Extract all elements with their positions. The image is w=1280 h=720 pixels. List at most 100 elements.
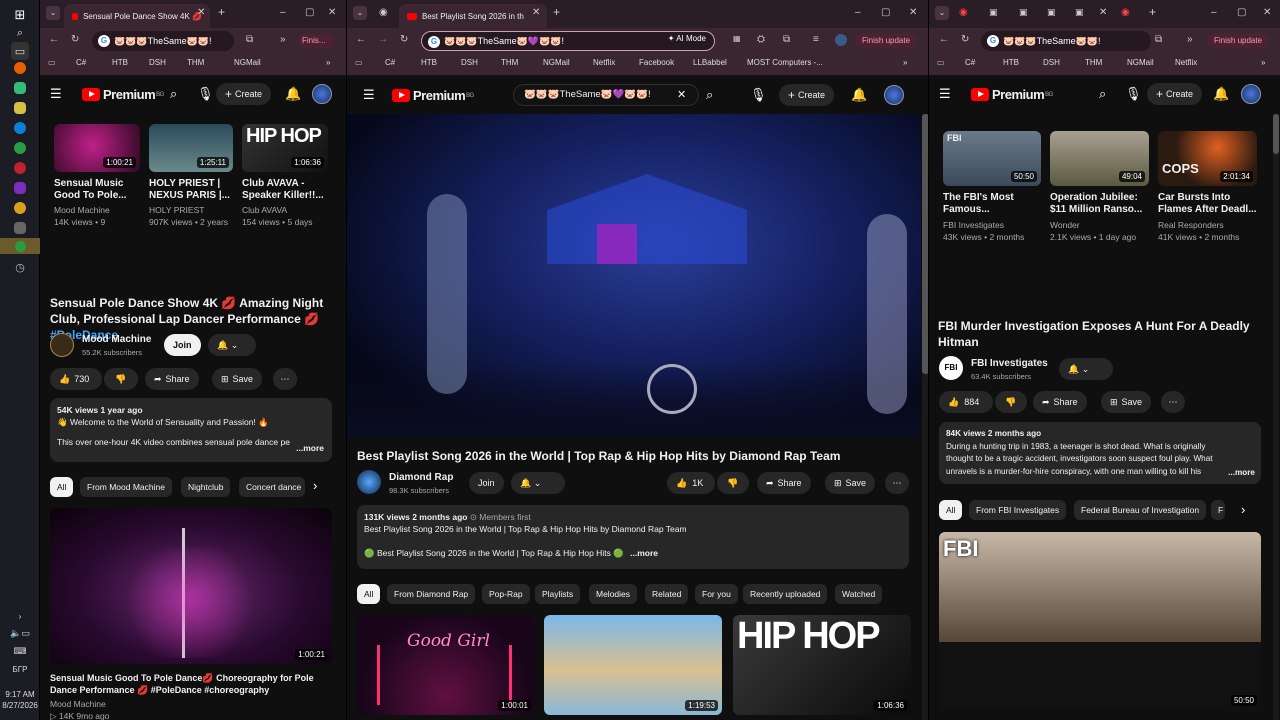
- youtube-logo[interactable]: Premium BG: [971, 87, 1053, 102]
- thumbnail-2[interactable]: COPS 2:01:34: [1158, 131, 1257, 186]
- chrome-canary-icon[interactable]: [14, 202, 26, 214]
- new-tab-icon[interactable]: +: [553, 5, 560, 19]
- video-title[interactable]: HOLY PRIEST | NEXUS PARIS |...: [149, 178, 235, 202]
- video-title[interactable]: Car Bursts Into Flames After Deadl...: [1158, 192, 1260, 216]
- create-button[interactable]: + Create: [1147, 83, 1203, 105]
- scrollbar[interactable]: [1273, 114, 1279, 720]
- thumbnail-2[interactable]: HIP HOP 1:06:36: [242, 124, 328, 172]
- bookmark-5[interactable]: Netflix: [1175, 58, 1197, 67]
- tab-close-icon[interactable]: ✕: [532, 7, 540, 18]
- extensions-icon[interactable]: ⧉: [1155, 34, 1162, 45]
- extensions-icon[interactable]: ⧉: [246, 34, 253, 45]
- close-window-icon[interactable]: ✕: [1263, 7, 1271, 18]
- chip[interactable]: Related: [645, 584, 689, 604]
- back-icon[interactable]: ←: [49, 34, 59, 45]
- chip[interactable]: Playlists: [535, 584, 581, 604]
- overflow-icon[interactable]: »: [280, 34, 286, 45]
- search-icon[interactable]: ⌕: [706, 87, 713, 103]
- reading-list-icon[interactable]: ≡: [813, 34, 819, 45]
- mic-icon[interactable]: 🎙: [197, 86, 214, 102]
- dislike-button[interactable]: 👎: [995, 391, 1027, 413]
- video-channel[interactable]: Club AVAVA: [242, 204, 287, 216]
- video-title[interactable]: Club AVAVA - Speaker Killer!!...: [242, 178, 328, 202]
- notifications-icon[interactable]: 🔔: [851, 87, 867, 103]
- back-icon[interactable]: ←: [356, 34, 366, 45]
- tab-search-icon[interactable]: ⌄: [935, 6, 949, 20]
- folder-icon[interactable]: [14, 102, 26, 114]
- video-channel[interactable]: Mood Machine: [54, 204, 110, 216]
- video-title[interactable]: Operation Jubilee: $11 Million Ranso...: [1050, 192, 1152, 216]
- save-button[interactable]: ⊞ Save: [825, 472, 876, 494]
- more-link[interactable]: ...more: [1228, 466, 1255, 479]
- ai-mode-button[interactable]: ✦ AI Mode: [668, 34, 706, 43]
- minimize-icon[interactable]: –: [1211, 7, 1217, 18]
- active-chrome-icon[interactable]: [0, 238, 40, 254]
- search-icon[interactable]: ⌕: [1099, 86, 1106, 102]
- reload-icon[interactable]: ↻: [400, 34, 408, 45]
- tab-favicon-icon[interactable]: ▣: [1019, 7, 1028, 18]
- menu-icon[interactable]: ☰: [939, 86, 951, 102]
- address-bar[interactable]: G 🐷🐷🐷TheSame🐷🐷!: [92, 31, 234, 51]
- more-actions-button[interactable]: ⋯: [1161, 391, 1185, 413]
- address-bar[interactable]: G 🐷🐷🐷TheSame🐷🐷!: [981, 31, 1151, 51]
- extensions-icon[interactable]: ⧉: [783, 34, 790, 45]
- video-channel[interactable]: Wonder: [1050, 219, 1080, 231]
- youtube-logo[interactable]: Premium BG: [392, 88, 474, 103]
- start-icon[interactable]: ⊞: [11, 6, 29, 24]
- bookmark-7[interactable]: LLBabbel: [693, 58, 727, 67]
- back-icon[interactable]: ←: [939, 34, 949, 45]
- avatar[interactable]: [312, 84, 332, 104]
- thumbnail-0[interactable]: 1:00:21: [54, 124, 140, 172]
- description-box[interactable]: 131K views 2 months ago ⊙ Members first …: [357, 505, 909, 569]
- finish-update-button[interactable]: Finish update: [1207, 33, 1270, 49]
- avatar[interactable]: [884, 85, 904, 105]
- like-button[interactable]: 👍 730: [50, 368, 102, 390]
- chrome-icon[interactable]: [14, 142, 26, 154]
- taskview-icon[interactable]: ▭: [11, 42, 29, 60]
- tab-favicon-icon[interactable]: ◉: [959, 7, 968, 18]
- chip[interactable]: Nightclub: [181, 477, 231, 497]
- bookmark-3[interactable]: THM: [187, 58, 204, 67]
- tab-favicon-icon[interactable]: ◉: [1121, 7, 1130, 18]
- tab-close-icon[interactable]: ✕: [197, 7, 205, 18]
- bookmark-1[interactable]: HTB: [112, 58, 128, 67]
- bookmark-0[interactable]: C#: [965, 58, 975, 67]
- chip[interactable]: Watched: [835, 584, 883, 604]
- edge-icon[interactable]: [14, 122, 26, 134]
- overflow-icon[interactable]: »: [1187, 34, 1193, 45]
- bookmarks-overflow-icon[interactable]: »: [1261, 58, 1265, 67]
- bookmark-folder-icon[interactable]: ▭: [48, 58, 56, 67]
- bookmarks-overflow-icon[interactable]: »: [326, 58, 330, 67]
- clock-time[interactable]: 9:17 AM: [0, 690, 40, 699]
- app2-icon[interactable]: [14, 222, 26, 234]
- maximize-icon[interactable]: ▢: [305, 7, 314, 18]
- join-button[interactable]: Join: [469, 472, 504, 494]
- youtube-logo[interactable]: Premium BG: [82, 87, 164, 102]
- description-box[interactable]: 54K views 1 year ago 👋 Welcome to the Wo…: [50, 398, 332, 462]
- join-button[interactable]: Join: [164, 334, 201, 356]
- bookmark-0[interactable]: C#: [385, 58, 395, 67]
- opera-icon[interactable]: [14, 162, 26, 174]
- channel-avatar[interactable]: [50, 333, 74, 357]
- tab-close-icon[interactable]: ✕: [1099, 7, 1107, 18]
- thumbnail-1[interactable]: 1:25:11: [149, 124, 233, 172]
- maximize-icon[interactable]: ▢: [881, 7, 890, 18]
- channel-avatar[interactable]: [357, 470, 381, 494]
- scrollbar-thumb[interactable]: [1273, 114, 1279, 154]
- chip[interactable]: F: [1211, 500, 1225, 520]
- chip[interactable]: Federal Bureau of Investigation: [1074, 500, 1207, 520]
- bookmark-4[interactable]: NGMail: [543, 58, 570, 67]
- menu-icon[interactable]: ☰: [363, 87, 375, 103]
- tab-search-icon[interactable]: ⌄: [353, 6, 367, 20]
- close-window-icon[interactable]: ✕: [328, 7, 336, 18]
- bookmark-1[interactable]: HTB: [421, 58, 437, 67]
- bookmark-6[interactable]: Facebook: [639, 58, 674, 67]
- app-icon[interactable]: [14, 82, 26, 94]
- tab-active[interactable]: Best Playlist Song 2026 in th: [399, 4, 547, 28]
- onenote-icon[interactable]: [14, 182, 26, 194]
- video-channel[interactable]: HOLY PRIEST: [149, 204, 204, 216]
- dislike-button[interactable]: 👎: [104, 368, 138, 390]
- new-tab-icon[interactable]: +: [218, 5, 225, 19]
- finish-update-button[interactable]: Finis...: [298, 33, 334, 49]
- bookmark-2[interactable]: DSH: [149, 58, 166, 67]
